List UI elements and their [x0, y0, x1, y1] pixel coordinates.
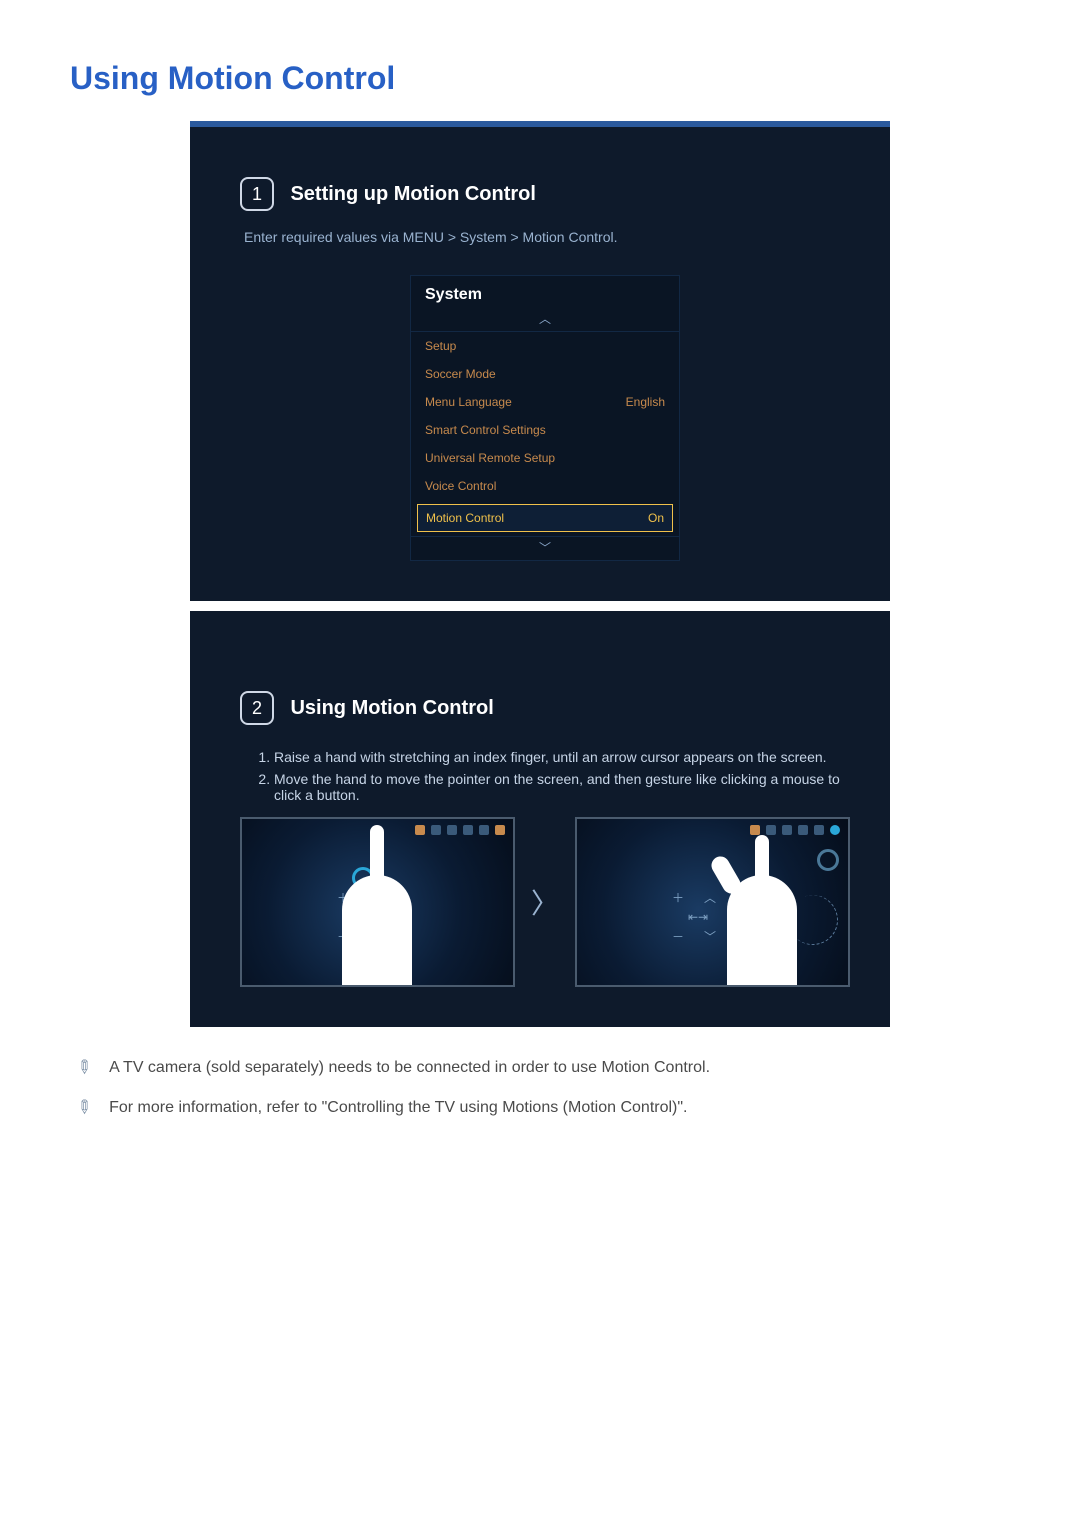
- topbar-icon: [479, 825, 489, 835]
- menu-item-setup[interactable]: Setup: [411, 332, 679, 360]
- menu-item-smart-control[interactable]: Smart Control Settings: [411, 416, 679, 444]
- dpad-icon: ＋︿ ⇤⇥ －﹀: [672, 889, 716, 945]
- topbar-icon: [447, 825, 457, 835]
- menu-item-value: English: [626, 395, 665, 409]
- topbar-icon: [431, 825, 441, 835]
- menu-item-universal-remote[interactable]: Universal Remote Setup: [411, 444, 679, 472]
- topbar-icon: [782, 825, 792, 835]
- menu-item-label: Setup: [425, 339, 456, 353]
- note-text: For more information, refer to "Controll…: [109, 1097, 687, 1119]
- section-title-2: Using Motion Control: [290, 697, 493, 720]
- steps-list: Raise a hand with stretching an index fi…: [256, 749, 850, 803]
- menu-item-motion-control[interactable]: Motion Control On: [417, 504, 673, 532]
- topbar-icon: [814, 825, 824, 835]
- chevron-down-icon[interactable]: ﹀: [411, 536, 679, 560]
- topbar-icon: [830, 825, 840, 835]
- menu-item-label: Menu Language: [425, 395, 512, 409]
- menu-header: System: [411, 276, 679, 308]
- instruction-text: Enter required values via MENU > System …: [244, 229, 850, 245]
- page-title: Using Motion Control: [70, 60, 1010, 97]
- topbar-icon: [463, 825, 473, 835]
- topbar-icon: [798, 825, 808, 835]
- menu-item-label: Motion Control: [426, 511, 504, 525]
- illustration-row: ＋︿ ⇤⇥ －﹀ 〉 ＋︿ ⇤⇥ －﹀: [240, 817, 850, 987]
- topbar-icon: [415, 825, 425, 835]
- step-1: Raise a hand with stretching an index fi…: [274, 749, 850, 765]
- panel-using: 2 Using Motion Control Raise a hand with…: [190, 611, 890, 1027]
- menu-item-label: Soccer Mode: [425, 367, 496, 381]
- pencil-icon: ✎: [71, 1095, 97, 1121]
- section-title-1: Setting up Motion Control: [290, 183, 536, 206]
- menu-item-soccer[interactable]: Soccer Mode: [411, 360, 679, 388]
- illustration-left: ＋︿ ⇤⇥ －﹀: [240, 817, 515, 987]
- menu-item-label: Universal Remote Setup: [425, 451, 555, 465]
- menu-item-value: On: [648, 511, 664, 525]
- topbar-icon: [766, 825, 776, 835]
- notes-section: ✎ A TV camera (sold separately) needs to…: [70, 1057, 1010, 1120]
- panel-setting-up: 1 Setting up Motion Control Enter requir…: [190, 121, 890, 601]
- topbar-icon: [750, 825, 760, 835]
- step-2: Move the hand to move the pointer on the…: [274, 771, 850, 803]
- menu-item-label: Smart Control Settings: [425, 423, 546, 437]
- tv-topbar-icons: [415, 825, 505, 835]
- tv-topbar-icons: [750, 825, 840, 835]
- note-row: ✎ A TV camera (sold separately) needs to…: [76, 1057, 1010, 1079]
- hand-open-icon: [727, 875, 797, 987]
- chevron-up-icon[interactable]: ︿: [411, 308, 679, 332]
- menu-item-voice-control[interactable]: Voice Control: [411, 472, 679, 500]
- step-number-1: 1: [240, 177, 274, 211]
- menu-item-language[interactable]: Menu Language English: [411, 388, 679, 416]
- illustration-right: ＋︿ ⇤⇥ －﹀: [575, 817, 850, 987]
- hand-pointing-icon: [342, 875, 412, 987]
- cursor-pointer-icon: [817, 849, 839, 871]
- note-text: A TV camera (sold separately) needs to b…: [109, 1057, 710, 1079]
- system-menu: System ︿ Setup Soccer Mode Menu Language…: [410, 275, 680, 561]
- pencil-icon: ✎: [71, 1055, 97, 1081]
- step-number-2: 2: [240, 691, 274, 725]
- arrow-right-icon: 〉: [531, 882, 559, 922]
- note-row: ✎ For more information, refer to "Contro…: [76, 1097, 1010, 1119]
- topbar-icon: [495, 825, 505, 835]
- menu-item-label: Voice Control: [425, 479, 496, 493]
